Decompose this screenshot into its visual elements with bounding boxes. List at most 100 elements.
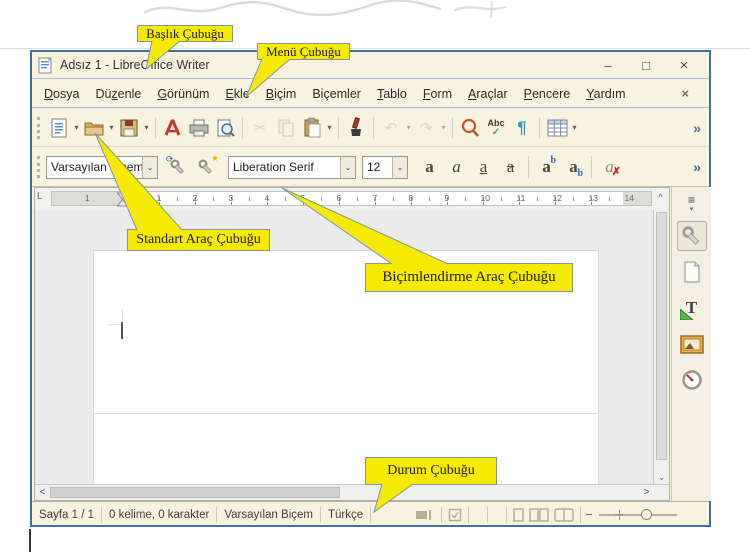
v-scrollbar-thumb[interactable] bbox=[656, 212, 667, 460]
new-style-button[interactable]: ★ bbox=[194, 154, 219, 179]
subscript-button[interactable]: a b bbox=[560, 153, 587, 181]
spellcheck-check-icon: ✓ bbox=[491, 126, 501, 138]
menu-item[interactable]: Dosya bbox=[36, 84, 87, 104]
strikethrough-button[interactable]: a bbox=[497, 153, 524, 181]
italic-button[interactable]: a bbox=[443, 153, 470, 181]
insert-table-button[interactable] bbox=[544, 114, 570, 142]
copy-button[interactable] bbox=[273, 114, 299, 142]
open-button[interactable] bbox=[81, 114, 107, 142]
vertical-scrollbar[interactable]: ⌄ bbox=[653, 210, 669, 485]
chevron-down-icon[interactable]: ⌄ bbox=[392, 156, 407, 178]
spellcheck-button[interactable]: Abc ✓ bbox=[483, 114, 509, 142]
chevron-down-icon[interactable]: ⌄ bbox=[142, 156, 157, 178]
sidebar-tab-page[interactable] bbox=[677, 257, 707, 287]
chevron-down-icon[interactable]: ⌄ bbox=[340, 156, 355, 178]
h-scrollbar-track[interactable] bbox=[50, 485, 639, 500]
font-name-combo[interactable]: Liberation Serif ⌄ bbox=[228, 155, 356, 179]
sidebar-tab-properties[interactable] bbox=[676, 221, 707, 251]
minimize-button[interactable]: – bbox=[589, 54, 627, 76]
scroll-right-button[interactable]: > bbox=[639, 487, 654, 498]
underline-icon: a bbox=[479, 157, 488, 176]
save-button[interactable] bbox=[116, 114, 142, 142]
close-button[interactable]: × bbox=[665, 54, 703, 76]
dropdown-caret[interactable]: ▾ bbox=[142, 123, 151, 132]
clone-formatting-button[interactable] bbox=[343, 114, 369, 142]
selection-mode-icon[interactable] bbox=[415, 509, 435, 521]
dropdown-caret[interactable]: ▾ bbox=[325, 123, 334, 132]
clear-formatting-button[interactable]: a ✗ bbox=[596, 153, 623, 181]
word-count[interactable]: 0 kelime, 0 karakter bbox=[102, 509, 216, 521]
undo-button[interactable]: ↶ bbox=[378, 114, 404, 142]
menu-item[interactable]: Yardım bbox=[578, 84, 633, 104]
menu-item[interactable]: Biçim bbox=[258, 84, 305, 104]
zoom-out-button[interactable]: − bbox=[585, 507, 593, 522]
ruler-corner[interactable]: L bbox=[37, 191, 43, 202]
menu-item[interactable]: Biçemler bbox=[304, 84, 369, 104]
page-count[interactable]: Sayfa 1 / 1 bbox=[32, 509, 101, 521]
new-document-button[interactable] bbox=[46, 114, 72, 142]
sidebar-tab-gallery[interactable] bbox=[677, 329, 707, 359]
export-pdf-button[interactable] bbox=[160, 114, 186, 142]
cut-icon: ✂ bbox=[253, 119, 267, 137]
toolbar-overflow-button[interactable]: » bbox=[693, 159, 701, 175]
menu-item[interactable]: Tablo bbox=[369, 84, 415, 104]
indent-marker[interactable] bbox=[116, 192, 129, 207]
writer-doc-icon bbox=[38, 57, 52, 73]
scroll-left-button[interactable]: < bbox=[35, 487, 50, 498]
font-size-combo[interactable]: 12 ⌄ bbox=[362, 155, 408, 179]
paragraph-style-status[interactable]: Varsayılan Biçem bbox=[217, 509, 320, 521]
ruler-number: 14 bbox=[624, 193, 634, 203]
toolbar-grip[interactable] bbox=[37, 116, 42, 139]
menu-item[interactable]: Ekle bbox=[217, 84, 257, 104]
dropdown-caret[interactable]: ▾ bbox=[107, 123, 116, 132]
green-triangle-icon bbox=[679, 309, 693, 320]
redo-button[interactable]: ↷ bbox=[413, 114, 439, 142]
italic-icon: a bbox=[452, 157, 461, 176]
zoom-slider-thumb[interactable] bbox=[640, 508, 652, 520]
status-separator bbox=[487, 506, 489, 523]
document-modified-icon[interactable] bbox=[448, 508, 462, 522]
menu-item[interactable]: Araçlar bbox=[460, 84, 516, 104]
bold-button[interactable]: a bbox=[416, 153, 443, 181]
h-scrollbar-thumb[interactable] bbox=[50, 487, 340, 498]
scroll-up-button[interactable]: ^ bbox=[653, 192, 668, 202]
dropdown-caret[interactable]: ▾ bbox=[404, 123, 413, 132]
underline-button[interactable]: a bbox=[470, 153, 497, 181]
insert-table-icon bbox=[547, 119, 567, 136]
sidebar-tab-navigator[interactable] bbox=[677, 365, 707, 395]
update-style-button[interactable]: ⟳ bbox=[166, 155, 190, 179]
print-preview-icon bbox=[217, 119, 235, 137]
status-separator bbox=[506, 506, 508, 523]
find-replace-button[interactable] bbox=[457, 114, 483, 142]
view-multi-page-button[interactable] bbox=[529, 507, 549, 522]
maximize-button[interactable]: □ bbox=[627, 54, 665, 76]
paragraph-style-combo[interactable]: Varsayılan Biçem ⌄ bbox=[46, 155, 158, 179]
document-close-button[interactable]: × bbox=[681, 86, 689, 101]
horizontal-ruler[interactable]: 1 1 2 3 4 5 6 7 8 9 10 11 12 13 14 bbox=[51, 191, 652, 207]
toolbar-separator bbox=[539, 116, 540, 139]
menu-item[interactable]: Düzenle bbox=[87, 84, 149, 104]
superscript-button[interactable]: a b bbox=[533, 153, 560, 181]
view-book-button[interactable] bbox=[554, 507, 574, 522]
sidebar-tab-styles[interactable]: T bbox=[677, 293, 707, 323]
horizontal-scrollbar[interactable]: < > bbox=[35, 484, 669, 500]
language-status[interactable]: Türkçe bbox=[321, 509, 370, 521]
navigator-compass-icon bbox=[681, 370, 702, 390]
view-single-page-button[interactable] bbox=[513, 507, 524, 522]
scroll-down-button[interactable]: ⌄ bbox=[654, 472, 669, 483]
print-button[interactable] bbox=[186, 114, 212, 142]
dropdown-caret[interactable]: ▾ bbox=[72, 123, 81, 132]
zoom-slider[interactable] bbox=[598, 508, 677, 520]
toolbar-overflow-button[interactable]: » bbox=[693, 120, 701, 136]
paste-button[interactable] bbox=[299, 114, 325, 142]
toolbar-grip[interactable] bbox=[37, 156, 42, 178]
dropdown-caret[interactable]: ▾ bbox=[439, 123, 448, 132]
cut-button[interactable]: ✂ bbox=[247, 114, 273, 142]
menu-item[interactable]: Görünüm bbox=[149, 84, 217, 104]
dropdown-caret[interactable]: ▾ bbox=[570, 123, 579, 132]
menu-item[interactable]: Form bbox=[415, 84, 460, 104]
print-preview-button[interactable] bbox=[212, 114, 238, 142]
sidebar-settings-button[interactable]: ≡ ▾ bbox=[688, 194, 695, 215]
formatting-marks-button[interactable]: ¶ bbox=[509, 114, 535, 142]
menu-item[interactable]: Pencere bbox=[516, 84, 579, 104]
